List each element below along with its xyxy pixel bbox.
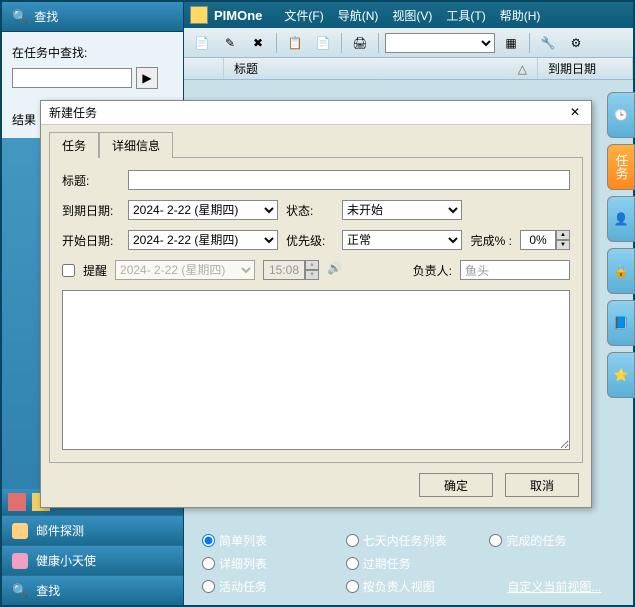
find-header: 查找 bbox=[2, 2, 183, 32]
edit-button[interactable]: ✎ bbox=[218, 31, 242, 55]
vtab-5[interactable]: 📘 bbox=[607, 300, 635, 346]
col-due[interactable]: 到期日期 bbox=[538, 58, 633, 79]
search-icon bbox=[12, 9, 28, 25]
sidebar-item-label: 查找 bbox=[36, 582, 60, 599]
percent-label: 完成% : bbox=[471, 232, 512, 249]
toolbar-combo[interactable] bbox=[385, 33, 495, 53]
menubar: PIMOne 文件(F) 导航(N) 视图(V) 工具(T) 帮助(H) bbox=[184, 2, 633, 28]
paste-button[interactable]: 📄 bbox=[311, 31, 335, 55]
close-icon[interactable]: ✕ bbox=[567, 105, 583, 121]
sidebar-item-health[interactable]: 健康小天使 bbox=[2, 545, 183, 575]
vtab-4[interactable]: 🔒 bbox=[607, 248, 635, 294]
vtab-1[interactable]: 🕒 bbox=[607, 92, 635, 138]
vtab-6[interactable]: ⭐ bbox=[607, 352, 635, 398]
find-input[interactable] bbox=[12, 68, 132, 88]
find-body: 在任务中查找: ▶ bbox=[2, 32, 183, 101]
custom-view-link[interactable]: 自定义当前视图... bbox=[489, 578, 613, 595]
ok-button[interactable]: 确定 bbox=[419, 473, 493, 497]
mail-icon bbox=[12, 523, 28, 539]
separator bbox=[341, 33, 342, 53]
tool2-button[interactable]: ⚙ bbox=[564, 31, 588, 55]
separator bbox=[276, 33, 277, 53]
remind-label: 提醒 bbox=[83, 262, 107, 279]
radio-byowner[interactable]: 按负责人视图 bbox=[346, 578, 470, 595]
status-select[interactable]: 未开始 bbox=[342, 200, 462, 220]
menu-tools[interactable]: 工具(T) bbox=[440, 5, 491, 26]
percent-spinner[interactable]: ▲▼ bbox=[520, 230, 570, 250]
owner-label: 负责人: bbox=[413, 262, 452, 279]
notes-textarea[interactable] bbox=[62, 290, 570, 450]
spin-down: ▼ bbox=[305, 270, 319, 280]
app-title: PIMOne bbox=[214, 8, 262, 23]
search-icon bbox=[12, 583, 28, 599]
due-date-select[interactable]: 2024- 2-22 (星期四) bbox=[128, 200, 278, 220]
sidebar-item-find[interactable]: 查找 bbox=[2, 575, 183, 605]
dialog-title: 新建任务 bbox=[49, 104, 97, 121]
title-label: 标题: bbox=[62, 172, 120, 189]
radio-overdue[interactable]: 过期任务 bbox=[346, 555, 470, 572]
sidebar-item-mail-probe[interactable]: 邮件探测 bbox=[2, 515, 183, 545]
filter-button[interactable]: ▦ bbox=[499, 31, 523, 55]
angel-icon bbox=[12, 553, 28, 569]
title-input[interactable] bbox=[128, 170, 570, 190]
percent-input[interactable] bbox=[520, 230, 556, 250]
vtab-3[interactable]: 👤 bbox=[607, 196, 635, 242]
radio-simple[interactable]: 简单列表 bbox=[202, 532, 326, 549]
dialog-titlebar: 新建任务 ✕ bbox=[41, 101, 591, 125]
vertical-tabs: 🕒 任务 👤 🔒 📘 ⭐ bbox=[607, 92, 635, 398]
new-button[interactable]: 📄 bbox=[190, 31, 214, 55]
priority-label: 优先级: bbox=[286, 232, 334, 249]
vtab-tasks[interactable]: 任务 bbox=[607, 144, 635, 190]
dialog-body: 标题: 到期日期: 2024- 2-22 (星期四) 状态: 未开始 开始日期:… bbox=[49, 157, 583, 463]
dialog-tabs: 任务 详细信息 bbox=[41, 125, 591, 157]
menu-view[interactable]: 视图(V) bbox=[386, 5, 438, 26]
owner-input[interactable] bbox=[460, 260, 570, 280]
menu-nav[interactable]: 导航(N) bbox=[332, 5, 385, 26]
radio-detail[interactable]: 详细列表 bbox=[202, 555, 326, 572]
find-label: 在任务中查找: bbox=[12, 44, 173, 61]
remind-time-input bbox=[263, 260, 305, 280]
print-button[interactable]: 🖨 bbox=[348, 31, 372, 55]
due-label: 到期日期: bbox=[62, 202, 120, 219]
tab-detail[interactable]: 详细信息 bbox=[99, 132, 173, 158]
radio-7day[interactable]: 七天内任务列表 bbox=[346, 532, 470, 549]
start-label: 开始日期: bbox=[62, 232, 120, 249]
remind-checkbox[interactable] bbox=[62, 264, 75, 277]
radio-done[interactable]: 完成的任务 bbox=[489, 532, 613, 549]
menu-help[interactable]: 帮助(H) bbox=[494, 5, 547, 26]
find-go-button[interactable]: ▶ bbox=[136, 67, 158, 89]
delete-button[interactable]: ✖ bbox=[246, 31, 270, 55]
sidebar-item-label: 健康小天使 bbox=[36, 552, 96, 569]
spin-up: ▲ bbox=[305, 260, 319, 270]
sidebar-item-label: 邮件探测 bbox=[36, 522, 84, 539]
tool1-button[interactable]: 🔧 bbox=[536, 31, 560, 55]
dialog-buttons: 确定 取消 bbox=[41, 463, 591, 507]
find-title: 查找 bbox=[34, 8, 58, 25]
tab-task[interactable]: 任务 bbox=[49, 132, 99, 158]
app-icon bbox=[190, 6, 208, 24]
priority-select[interactable]: 正常 bbox=[342, 230, 462, 250]
start-date-select[interactable]: 2024- 2-22 (星期四) bbox=[128, 230, 278, 250]
cancel-button[interactable]: 取消 bbox=[505, 473, 579, 497]
radio-active[interactable]: 活动任务 bbox=[202, 578, 326, 595]
sort-indicator: △ bbox=[518, 62, 527, 76]
view-radios: 简单列表 七天内任务列表 完成的任务 详细列表 过期任务 活动任务 按负责人视图… bbox=[202, 532, 613, 595]
separator bbox=[378, 33, 379, 53]
col-title[interactable]: 标题△ bbox=[224, 58, 538, 79]
col-flag[interactable] bbox=[184, 58, 224, 79]
calendar-icon[interactable] bbox=[8, 493, 26, 511]
results-label: 结果 bbox=[12, 113, 36, 127]
spin-down[interactable]: ▼ bbox=[556, 240, 570, 250]
remind-date-select: 2024- 2-22 (星期四) bbox=[115, 260, 255, 280]
separator bbox=[529, 33, 530, 53]
status-label: 状态: bbox=[286, 202, 334, 219]
toolbar: 📄 ✎ ✖ 📋 📄 🖨 ▦ 🔧 ⚙ bbox=[184, 28, 633, 58]
copy-button[interactable]: 📋 bbox=[283, 31, 307, 55]
menu-file[interactable]: 文件(F) bbox=[278, 5, 329, 26]
spin-up[interactable]: ▲ bbox=[556, 230, 570, 240]
remind-time-spinner: ▲▼ bbox=[263, 260, 319, 280]
new-task-dialog: 新建任务 ✕ 任务 详细信息 标题: 到期日期: 2024- 2-22 (星期四… bbox=[40, 100, 592, 508]
sound-icon: 🔊 bbox=[327, 261, 345, 279]
column-headers: 标题△ 到期日期 bbox=[184, 58, 633, 80]
